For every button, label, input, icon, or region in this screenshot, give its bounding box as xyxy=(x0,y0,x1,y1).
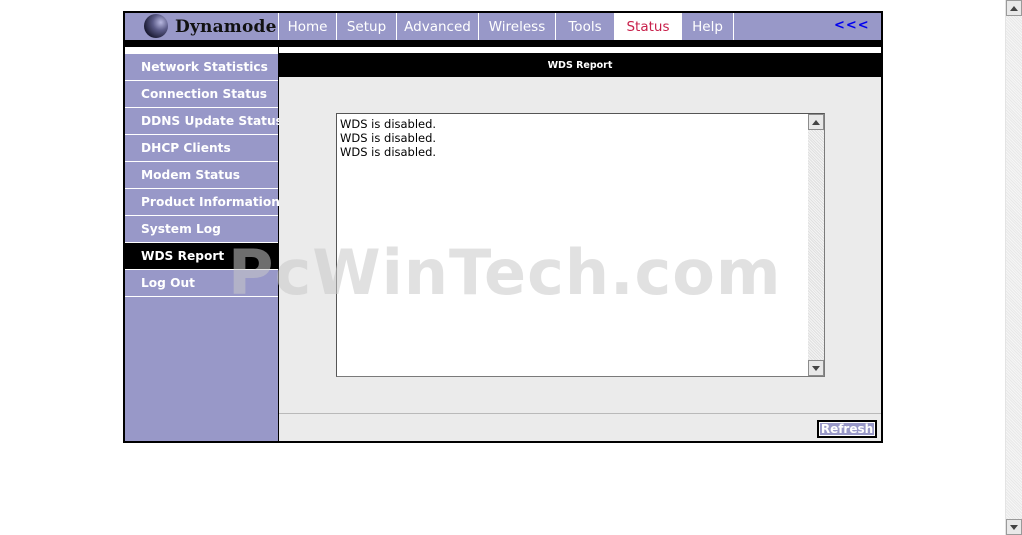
sidebar-item-modem-status[interactable]: Modem Status xyxy=(125,162,278,189)
scroll-up-button[interactable] xyxy=(808,114,824,130)
triangle-up-icon xyxy=(812,119,820,125)
triangle-down-icon xyxy=(812,365,820,371)
textarea-scrollbar[interactable] xyxy=(808,114,824,376)
page-scrollbar[interactable] xyxy=(1005,0,1022,535)
page-scroll-up-button[interactable] xyxy=(1006,0,1022,16)
sidebar-item-network-statistics[interactable]: Network Statistics xyxy=(125,53,278,81)
triangle-down-icon xyxy=(1010,524,1018,530)
triangle-up-icon xyxy=(1010,5,1018,11)
nav-help[interactable]: Help xyxy=(681,13,734,40)
nav-setup[interactable]: Setup xyxy=(336,13,396,40)
sidebar-item-wds-report[interactable]: WDS Report xyxy=(125,243,278,270)
collapse-link[interactable]: <<< xyxy=(834,18,870,33)
main-content: WDS Report WDS is disabled. WDS is disab… xyxy=(279,53,881,441)
logo-area: Dynamode xyxy=(125,13,278,40)
footer-divider xyxy=(279,413,881,414)
sidebar-item-ddns-update-status[interactable]: DDNS Update Status xyxy=(125,108,283,135)
report-text: WDS is disabled. WDS is disabled. WDS is… xyxy=(340,117,436,159)
sidebar-item-dhcp-clients[interactable]: DHCP Clients xyxy=(125,135,278,162)
scroll-down-button[interactable] xyxy=(808,360,824,376)
nav-tools[interactable]: Tools xyxy=(555,13,614,40)
report-line: WDS is disabled. xyxy=(340,145,437,159)
sidebar-item-product-information[interactable]: Product Information xyxy=(125,189,280,216)
nav-home[interactable]: Home xyxy=(278,13,336,40)
nav-advanced[interactable]: Advanced xyxy=(396,13,478,40)
top-nav: Home Setup Advanced Wireless Tools Statu… xyxy=(278,13,734,40)
sidebar-item-system-log[interactable]: System Log xyxy=(125,216,278,243)
sidebar-item-connection-status[interactable]: Connection Status xyxy=(125,81,278,108)
sidebar: Network Statistics Connection Status DDN… xyxy=(125,53,283,441)
sidebar-item-log-out[interactable]: Log Out xyxy=(125,270,278,297)
router-ui-frame: Dynamode Home Setup Advanced Wireless To… xyxy=(123,11,883,443)
sphere-logo-icon xyxy=(144,14,168,38)
page-title: WDS Report xyxy=(279,53,881,77)
nav-wireless[interactable]: Wireless xyxy=(478,13,555,40)
brand-name: Dynamode xyxy=(175,17,277,37)
report-line: WDS is disabled. xyxy=(340,117,437,131)
report-line: WDS is disabled. xyxy=(340,131,437,145)
header-divider xyxy=(125,40,881,47)
wds-report-textarea[interactable]: WDS is disabled. WDS is disabled. WDS is… xyxy=(336,113,825,377)
refresh-button[interactable]: Refresh xyxy=(817,420,877,438)
page-scroll-down-button[interactable] xyxy=(1006,519,1022,535)
nav-status[interactable]: Status xyxy=(614,13,681,40)
